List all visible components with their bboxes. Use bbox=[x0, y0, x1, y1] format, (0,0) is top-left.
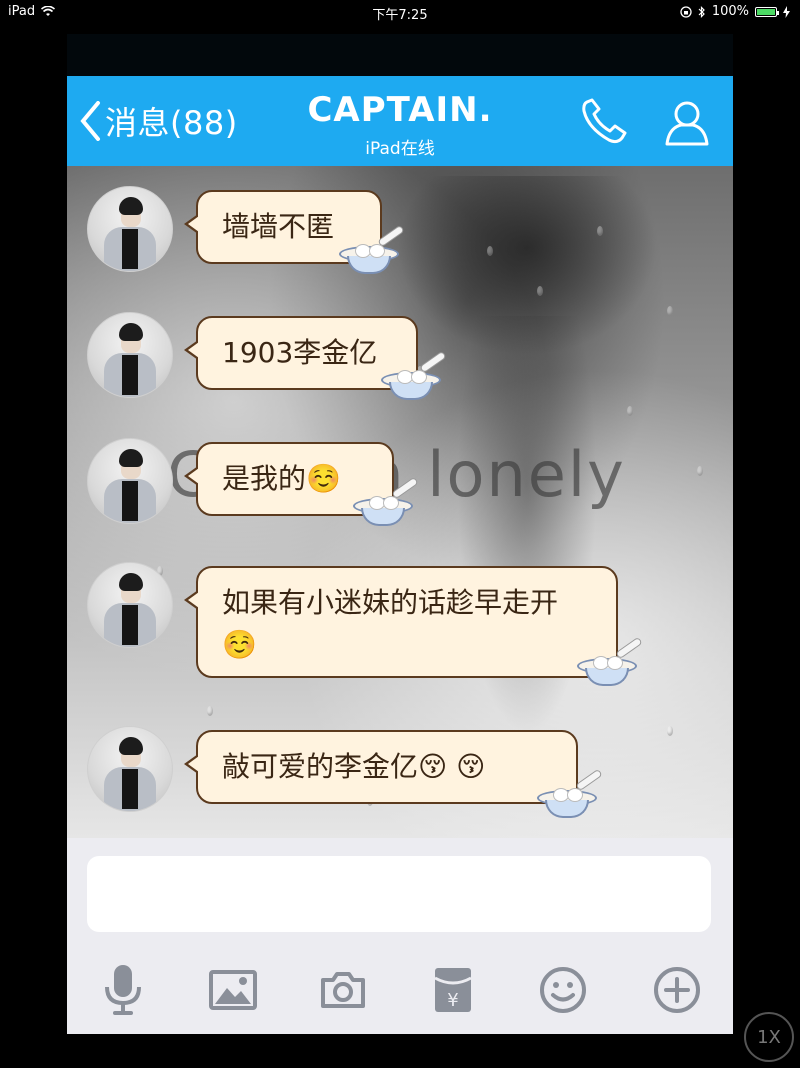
rotation-lock-icon bbox=[680, 5, 692, 18]
battery-icon bbox=[755, 6, 779, 17]
avatar-hair bbox=[119, 197, 143, 215]
battery-percent: 100% bbox=[711, 4, 749, 19]
bowl-ball bbox=[411, 370, 427, 384]
avatar-shirt bbox=[122, 355, 138, 395]
plus-icon bbox=[654, 967, 700, 1013]
avatar-shirt bbox=[122, 229, 138, 269]
tangyuan-bowl-icon bbox=[537, 768, 603, 820]
avatar-shirt bbox=[122, 481, 138, 521]
chat-area[interactable]: G... I'm lonely 墙墙不匿 1903李金亿 是我的☺️ 如果有小迷… bbox=[67, 166, 733, 838]
bowl-base bbox=[585, 668, 629, 686]
image-icon bbox=[209, 970, 257, 1010]
bowl-ball bbox=[567, 788, 583, 802]
bowl-ball bbox=[607, 656, 623, 670]
composer-toolbar: ¥ bbox=[67, 950, 733, 1030]
tangyuan-bowl-icon bbox=[339, 224, 405, 276]
contact-status: iPad在线 bbox=[365, 139, 435, 159]
nav-bar: 消息(88) CAPTAIN. iPad在线 bbox=[67, 76, 733, 166]
photo-button[interactable] bbox=[203, 960, 263, 1020]
message-text: 是我的☺️ bbox=[222, 462, 341, 495]
chat-app: 消息(88) CAPTAIN. iPad在线 G... I'm lonely 墙… bbox=[67, 34, 733, 1034]
red-packet-button[interactable]: ¥ bbox=[423, 960, 483, 1020]
avatar-hair bbox=[119, 737, 143, 755]
emoji-icon bbox=[540, 967, 586, 1013]
bowl-ball bbox=[369, 244, 385, 258]
avatar[interactable] bbox=[87, 312, 173, 398]
message-text: 如果有小迷妹的话趁早走开☺️ bbox=[222, 586, 559, 661]
avatar-hair bbox=[119, 323, 143, 341]
message-bubble[interactable]: 敲可爱的李金亿😚 😚 bbox=[184, 730, 578, 804]
phone-icon bbox=[582, 98, 627, 144]
emoji-button[interactable] bbox=[533, 960, 593, 1020]
composer: ¥ bbox=[67, 838, 733, 1034]
microphone-icon bbox=[105, 965, 141, 1015]
status-bar: iPad 下午7:25 100% bbox=[0, 0, 800, 24]
battery-fill bbox=[757, 8, 775, 15]
bowl-spoon bbox=[615, 636, 643, 660]
bowl-base bbox=[347, 256, 391, 274]
message-input[interactable] bbox=[87, 856, 711, 932]
avatar[interactable] bbox=[87, 562, 173, 648]
bluetooth-icon bbox=[698, 5, 705, 18]
message-bubble[interactable]: 如果有小迷妹的话趁早走开☺️ bbox=[184, 566, 618, 678]
status-bar-right: 100% bbox=[680, 4, 790, 19]
voice-button[interactable] bbox=[93, 960, 153, 1020]
svg-text:¥: ¥ bbox=[447, 990, 458, 1011]
profile-button[interactable] bbox=[663, 98, 711, 150]
avatar[interactable] bbox=[87, 438, 173, 524]
avatar-shirt bbox=[122, 605, 138, 645]
bowl-base bbox=[545, 800, 589, 818]
camera-icon bbox=[321, 972, 365, 1008]
charging-icon bbox=[783, 5, 790, 18]
zoom-button[interactable]: 1X bbox=[744, 1012, 794, 1062]
contact-name: CAPTAIN. bbox=[307, 90, 493, 130]
red-packet-icon: ¥ bbox=[434, 968, 472, 1012]
avatar[interactable] bbox=[87, 726, 173, 812]
avatar-hair bbox=[119, 573, 143, 591]
avatar-hair bbox=[119, 449, 143, 467]
tangyuan-bowl-icon bbox=[577, 636, 643, 688]
bowl-spoon bbox=[575, 768, 603, 792]
tangyuan-bowl-icon bbox=[381, 350, 447, 402]
more-button[interactable] bbox=[647, 960, 707, 1020]
avatar[interactable] bbox=[87, 186, 173, 272]
message-text: 1903李金亿 bbox=[222, 336, 378, 369]
camera-button[interactable] bbox=[313, 960, 373, 1020]
person-icon bbox=[665, 101, 709, 146]
bowl-ball bbox=[383, 496, 399, 510]
tangyuan-bowl-icon bbox=[353, 476, 419, 528]
bowl-base bbox=[389, 382, 433, 400]
message-text: 敲可爱的李金亿😚 😚 bbox=[222, 750, 486, 783]
call-button[interactable] bbox=[579, 98, 631, 150]
avatar-shirt bbox=[122, 769, 138, 809]
bowl-base bbox=[361, 508, 405, 526]
message-text: 墙墙不匿 bbox=[222, 210, 335, 243]
